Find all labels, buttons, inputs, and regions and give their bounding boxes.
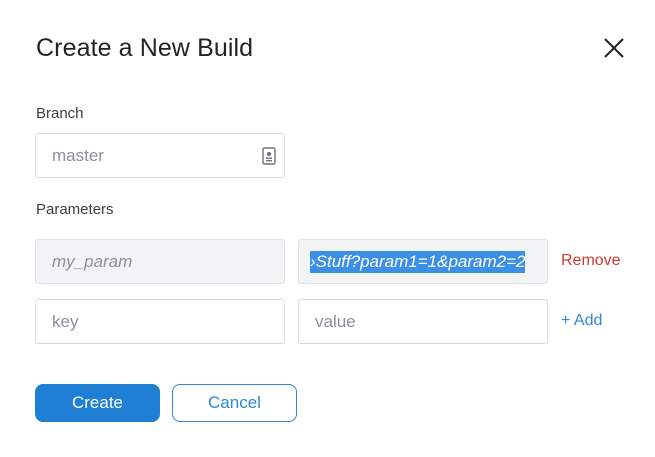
branch-list-icon-graphic (262, 147, 276, 165)
new-value-input[interactable]: value (298, 299, 548, 344)
new-value-placeholder: value (315, 311, 356, 331)
new-key-input[interactable]: key (35, 299, 285, 344)
add-param-link[interactable]: + Add (561, 312, 602, 330)
branch-input[interactable]: master (35, 133, 285, 178)
param-key-value: my_param (52, 251, 133, 271)
close-icon-graphic (604, 38, 624, 58)
param-value-field[interactable]: ›Stuff?param1=1&param2=2 (298, 239, 548, 284)
new-key-placeholder: key (52, 311, 79, 331)
param-value-selected-text: ›Stuff?param1=1&param2=2 (310, 250, 526, 273)
dialog-title: Create a New Build (36, 34, 254, 62)
branch-value: master (52, 145, 104, 165)
param-key-field: my_param (35, 239, 285, 284)
close-icon[interactable] (600, 34, 628, 62)
remove-param-link[interactable]: Remove (561, 252, 621, 270)
branch-list-icon[interactable] (262, 147, 276, 165)
branch-label: Branch (36, 105, 84, 122)
create-button[interactable]: Create (35, 384, 160, 422)
cancel-button[interactable]: Cancel (172, 384, 297, 422)
create-build-dialog: Create a New Build Branch master Paramet… (0, 0, 655, 457)
parameters-label: Parameters (36, 201, 114, 218)
